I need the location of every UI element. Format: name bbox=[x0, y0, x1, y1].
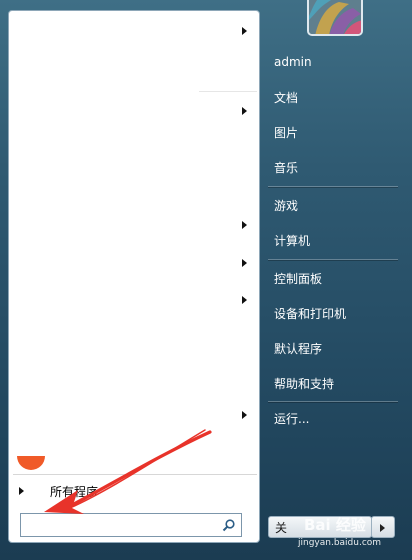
search-icon[interactable] bbox=[222, 518, 236, 532]
jumplist-arrow-icon[interactable] bbox=[242, 27, 247, 35]
watermark-url: jingyan.baidu.com bbox=[298, 538, 382, 548]
menu-item-admin[interactable]: admin bbox=[270, 49, 400, 75]
menu-item-computer[interactable]: 计算机 bbox=[270, 227, 400, 253]
menu-item-pictures[interactable]: 图片 bbox=[270, 119, 400, 145]
menu-item-control-panel[interactable]: 控制面板 bbox=[270, 265, 400, 291]
menu-separator bbox=[268, 401, 398, 402]
avatar[interactable] bbox=[307, 0, 363, 36]
chevron-right-icon bbox=[19, 487, 24, 495]
jumplist-arrow-icon[interactable] bbox=[242, 259, 247, 267]
jumplist-arrow-icon[interactable] bbox=[242, 411, 247, 419]
menu-item-label: 控制面板 bbox=[274, 271, 323, 286]
menu-item-label: 音乐 bbox=[274, 160, 299, 175]
menu-item-label: 游戏 bbox=[274, 198, 299, 213]
baidu-watermark: Bai 经验 jingyan.baidu.com bbox=[286, 512, 406, 552]
watermark-brand: Bai 经验 bbox=[304, 516, 366, 534]
jumplist-arrow-icon[interactable] bbox=[242, 296, 247, 304]
menu-item-games[interactable]: 游戏 bbox=[270, 192, 400, 218]
menu-item-label: 文档 bbox=[274, 90, 299, 105]
menu-item-help-support[interactable]: 帮助和支持 bbox=[270, 370, 400, 396]
menu-item-default-programs[interactable]: 默认程序 bbox=[270, 335, 400, 361]
jumplist-arrow-icon[interactable] bbox=[242, 221, 247, 229]
menu-item-documents[interactable]: 文档 bbox=[270, 84, 400, 110]
all-programs-button[interactable]: 所有程序 bbox=[19, 481, 219, 501]
jumplist-arrow-icon[interactable] bbox=[242, 107, 247, 115]
menu-item-run[interactable]: 运行... bbox=[270, 405, 400, 431]
start-menu-left-pane: 所有程序 bbox=[8, 10, 260, 543]
all-programs-label: 所有程序 bbox=[50, 484, 99, 499]
menu-item-music[interactable]: 音乐 bbox=[270, 154, 400, 180]
all-programs-separator bbox=[13, 474, 257, 475]
menu-item-devices-printers[interactable]: 设备和打印机 bbox=[270, 300, 400, 326]
user-avatar-image-icon bbox=[309, 0, 361, 34]
menu-item-label: 运行... bbox=[274, 411, 310, 426]
menu-separator bbox=[268, 186, 398, 187]
search-input[interactable] bbox=[20, 513, 242, 537]
pinned-separator bbox=[199, 91, 257, 92]
program-icon-partial[interactable] bbox=[17, 456, 45, 470]
menu-item-label: 默认程序 bbox=[274, 341, 323, 356]
menu-item-label: admin bbox=[274, 55, 312, 69]
menu-item-label: 设备和打印机 bbox=[274, 306, 347, 321]
menu-item-label: 图片 bbox=[274, 125, 299, 140]
menu-separator bbox=[268, 259, 398, 260]
menu-item-label: 计算机 bbox=[274, 233, 311, 248]
menu-item-label: 帮助和支持 bbox=[274, 376, 335, 391]
